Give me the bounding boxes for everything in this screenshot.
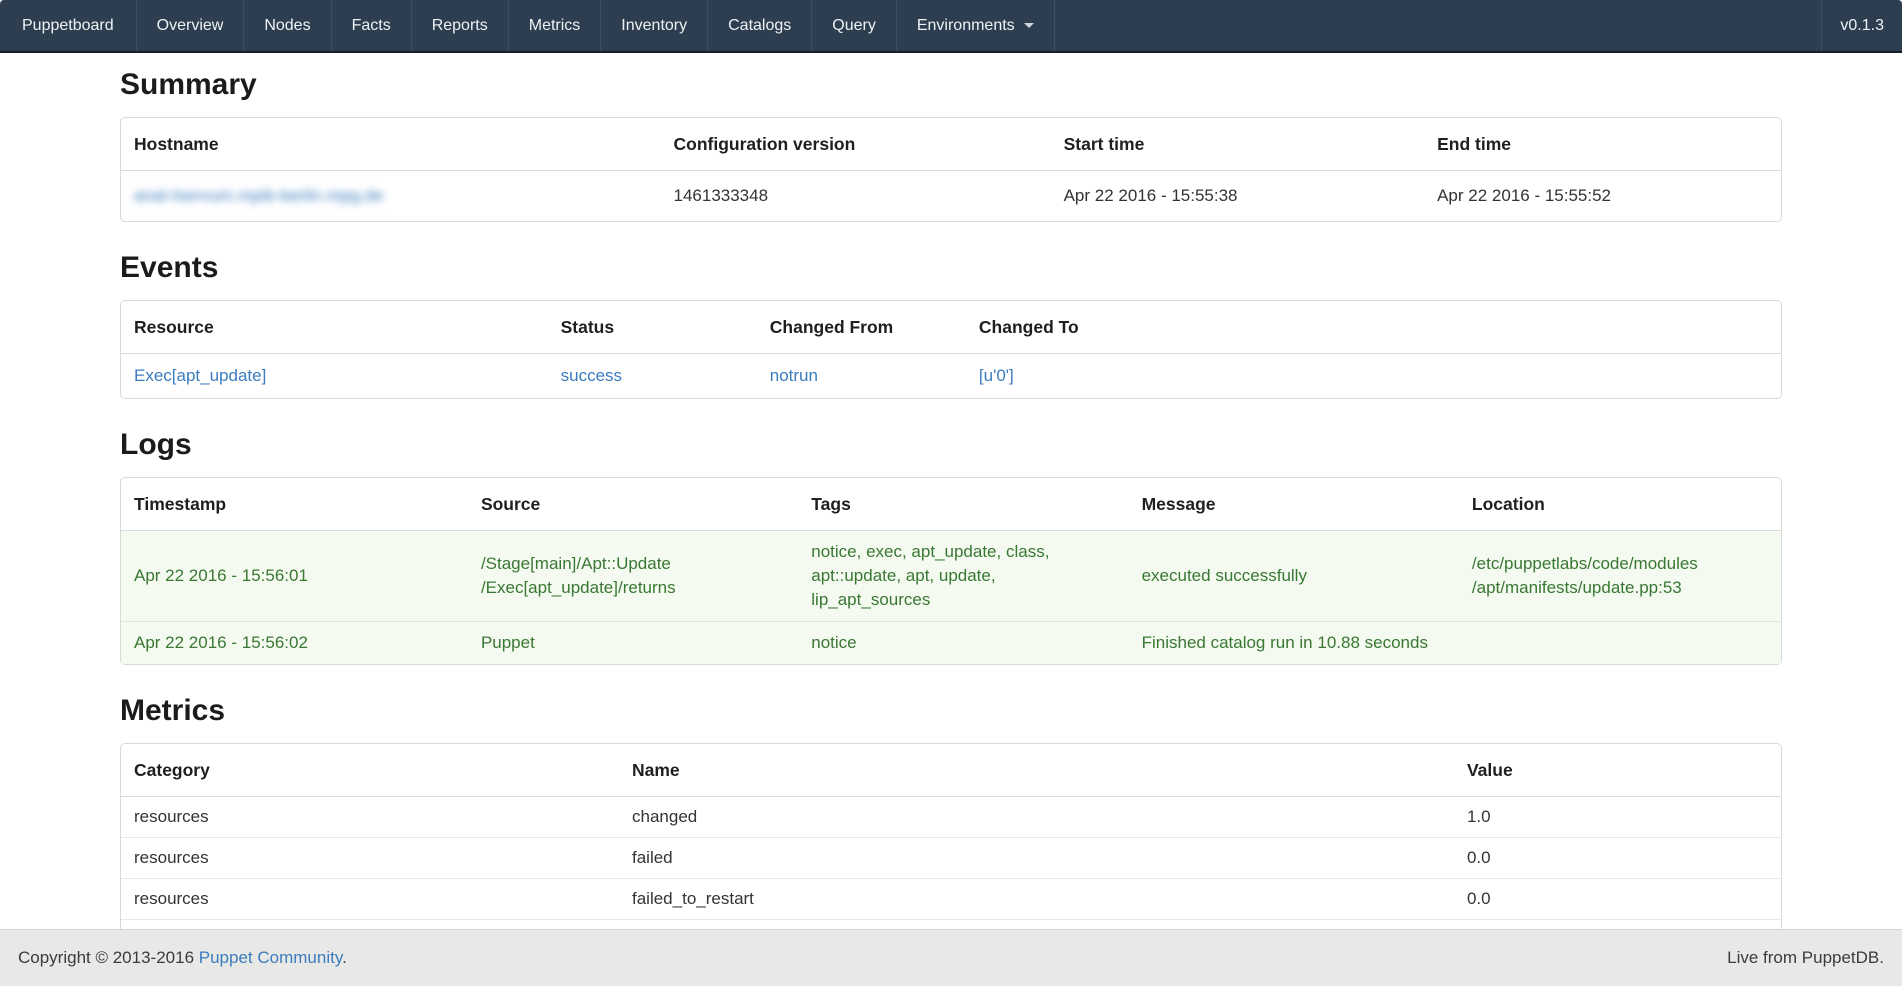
nav-brand-puppetboard[interactable]: Puppetboard: [0, 0, 137, 51]
footer-copyright: Copyright © 2013-2016 Puppet Community.: [18, 948, 347, 968]
hostname-link-redacted[interactable]: anat-tservum.mpib-berlin.mpg.de: [134, 186, 383, 205]
summary-cell-config-version: 1461333348: [661, 171, 1051, 221]
navbar-version-label: v0.1.3: [1821, 0, 1902, 51]
log-cell-tags: notice, exec, apt_update, class, apt::up…: [798, 531, 1128, 621]
navbar: Puppetboard Overview Nodes Facts Reports…: [0, 0, 1902, 53]
logs-header-tags: Tags: [798, 478, 1128, 531]
metric-cell-value: 1.0: [1454, 797, 1781, 837]
nav-item-metrics[interactable]: Metrics: [509, 0, 602, 51]
summary-table: Hostname Configuration version Start tim…: [120, 117, 1782, 222]
puppet-community-link[interactable]: Puppet Community: [199, 948, 342, 967]
events-table: Resource Status Changed From Changed To …: [120, 300, 1782, 399]
events-header-resource: Resource: [121, 301, 548, 354]
log-row: Apr 22 2016 - 15:56:01 /Stage[main]/Apt:…: [121, 531, 1781, 621]
nav-item-nodes[interactable]: Nodes: [244, 0, 331, 51]
log-cell-location: [1459, 621, 1781, 664]
nav-item-reports[interactable]: Reports: [412, 0, 509, 51]
logs-header-location: Location: [1459, 478, 1781, 531]
event-status-link[interactable]: success: [561, 366, 622, 385]
metric-row: resources failed 0.0: [121, 837, 1781, 878]
metric-cell-name: failed_to_restart: [619, 878, 1454, 919]
nav-dropdown-environments[interactable]: Environments: [897, 0, 1055, 51]
events-row: Exec[apt_update] success notrun [u'0']: [121, 354, 1781, 398]
copyright-period: .: [342, 948, 347, 967]
logs-header-row: Timestamp Source Tags Message Location: [121, 478, 1781, 531]
metrics-table: Category Name Value resources changed 1.…: [120, 743, 1782, 960]
summary-header-end-time: End time: [1424, 118, 1781, 171]
logs-heading: Logs: [120, 427, 1782, 462]
event-resource-link[interactable]: Exec[apt_update]: [134, 366, 266, 385]
logs-table: Timestamp Source Tags Message Location A…: [120, 477, 1782, 665]
nav-item-catalogs[interactable]: Catalogs: [708, 0, 812, 51]
logs-header-timestamp: Timestamp: [121, 478, 468, 531]
metric-cell-value: 0.0: [1454, 878, 1781, 919]
metric-row: resources changed 1.0: [121, 797, 1781, 837]
summary-header-start-time: Start time: [1051, 118, 1425, 171]
nav-item-query[interactable]: Query: [812, 0, 897, 51]
summary-header-config-version: Configuration version: [661, 118, 1051, 171]
log-cell-source: /Stage[main]/Apt::Update /Exec[apt_updat…: [468, 531, 798, 621]
event-changed-to-link[interactable]: [u'0']: [979, 366, 1014, 385]
nav-item-facts[interactable]: Facts: [332, 0, 412, 51]
log-cell-message: executed successfully: [1129, 531, 1459, 621]
nav-item-inventory[interactable]: Inventory: [601, 0, 708, 51]
metrics-header-name: Name: [619, 744, 1454, 797]
copyright-text: Copyright © 2013-2016: [18, 948, 199, 967]
metric-cell-category: resources: [121, 797, 619, 837]
footer: Copyright © 2013-2016 Puppet Community. …: [0, 929, 1902, 986]
events-cell-changed-from: notrun: [757, 354, 966, 398]
events-header-changed-from: Changed From: [757, 301, 966, 354]
nav-dropdown-environments-label: Environments: [917, 17, 1015, 35]
logs-header-source: Source: [468, 478, 798, 531]
log-cell-timestamp: Apr 22 2016 - 15:56:02: [121, 621, 468, 664]
summary-heading: Summary: [120, 67, 1782, 102]
metrics-header-row: Category Name Value: [121, 744, 1781, 797]
event-changed-from-link[interactable]: notrun: [770, 366, 818, 385]
events-header-changed-to: Changed To: [966, 301, 1781, 354]
metrics-heading: Metrics: [120, 693, 1782, 728]
log-cell-location: /etc/puppetlabs/code/modules /apt/manife…: [1459, 531, 1781, 621]
events-cell-resource: Exec[apt_update]: [121, 354, 548, 398]
summary-header-hostname: Hostname: [121, 118, 661, 171]
caret-down-icon: [1024, 23, 1034, 28]
log-cell-timestamp: Apr 22 2016 - 15:56:01: [121, 531, 468, 621]
metric-cell-category: resources: [121, 878, 619, 919]
metric-cell-name: failed: [619, 837, 1454, 878]
events-header-row: Resource Status Changed From Changed To: [121, 301, 1781, 354]
metric-cell-value: 0.0: [1454, 837, 1781, 878]
metrics-header-category: Category: [121, 744, 619, 797]
log-cell-message: Finished catalog run in 10.88 seconds: [1129, 621, 1459, 664]
summary-header-row: Hostname Configuration version Start tim…: [121, 118, 1781, 171]
navbar-spacer: [1055, 0, 1822, 51]
metric-cell-category: resources: [121, 837, 619, 878]
events-heading: Events: [120, 250, 1782, 285]
log-cell-tags: notice: [798, 621, 1128, 664]
summary-row: anat-tservum.mpib-berlin.mpg.de 14613333…: [121, 171, 1781, 221]
puppetboard-report-page: Puppetboard Overview Nodes Facts Reports…: [0, 0, 1902, 986]
events-cell-status: success: [548, 354, 757, 398]
page-content: Summary Hostname Configuration version S…: [0, 67, 1902, 960]
metric-row: resources failed_to_restart 0.0: [121, 878, 1781, 919]
log-row: Apr 22 2016 - 15:56:02 Puppet notice Fin…: [121, 621, 1781, 664]
summary-cell-start-time: Apr 22 2016 - 15:55:38: [1051, 171, 1425, 221]
events-cell-changed-to: [u'0']: [966, 354, 1781, 398]
summary-cell-hostname: anat-tservum.mpib-berlin.mpg.de: [121, 171, 661, 221]
metric-cell-name: changed: [619, 797, 1454, 837]
log-cell-source: Puppet: [468, 621, 798, 664]
events-header-status: Status: [548, 301, 757, 354]
logs-header-message: Message: [1129, 478, 1459, 531]
nav-item-overview[interactable]: Overview: [137, 0, 245, 51]
metrics-header-value: Value: [1454, 744, 1781, 797]
summary-cell-end-time: Apr 22 2016 - 15:55:52: [1424, 171, 1781, 221]
live-from-puppetdb-label: Live from PuppetDB.: [1727, 948, 1884, 968]
